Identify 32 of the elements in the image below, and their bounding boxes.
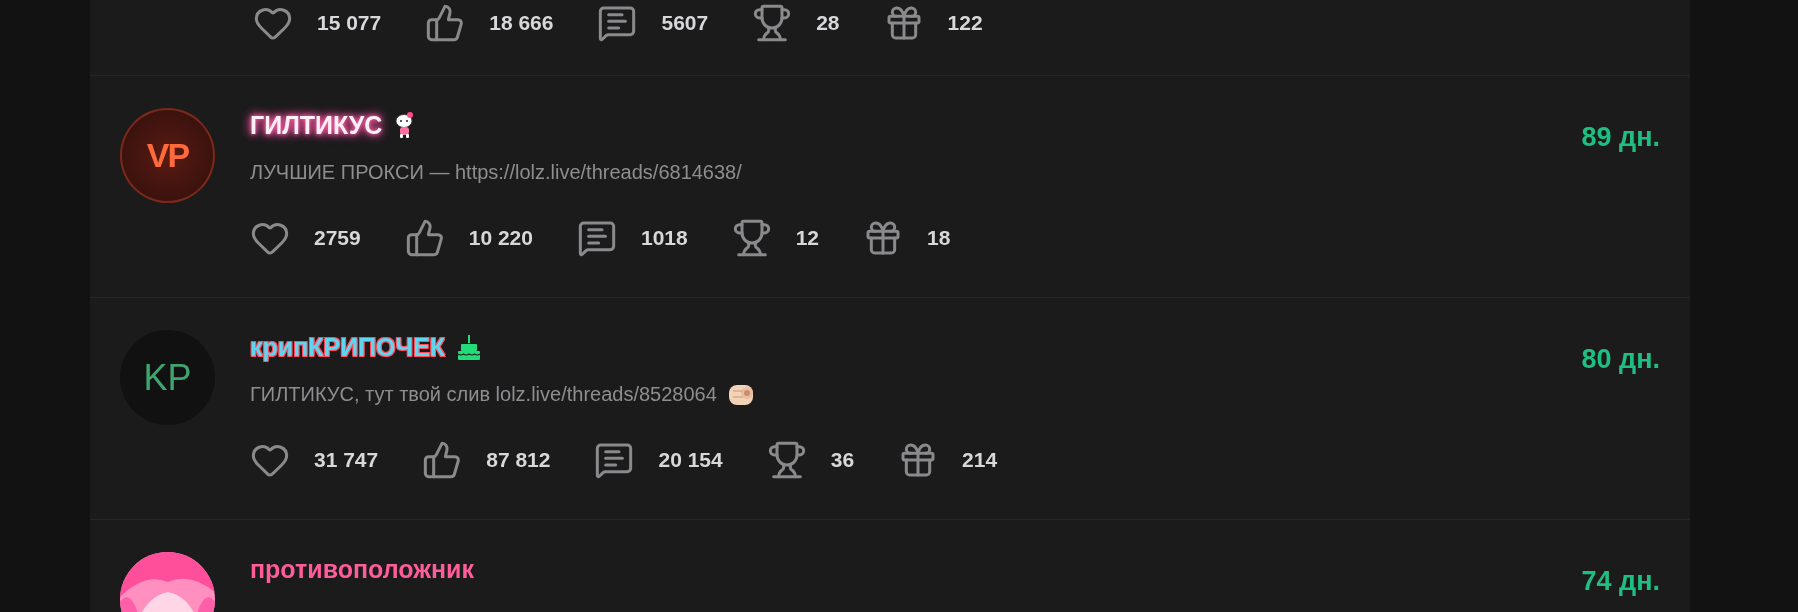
stat-count: 10 220 bbox=[468, 226, 533, 250]
username-link[interactable]: противоположник bbox=[250, 554, 474, 584]
stat-count: 20 154 bbox=[658, 448, 723, 472]
avatar-initials[interactable]: VP bbox=[120, 108, 215, 203]
stat-count: 28 bbox=[816, 11, 840, 35]
thumbs-up-icon bbox=[422, 440, 463, 480]
avatar-initials[interactable]: KP bbox=[120, 330, 215, 425]
username-link[interactable]: ГИЛТИКУС bbox=[250, 110, 383, 140]
status-message: ГИЛТИКУС, тут твой слив lolz.live/threads/8528064 bbox=[250, 382, 717, 406]
stat-count: 5607 bbox=[661, 11, 709, 35]
trophy-icon bbox=[731, 218, 772, 258]
days-count: 89 дн. bbox=[1581, 122, 1660, 153]
days-count: 74 дн. bbox=[1581, 566, 1660, 597]
stat-count: 122 bbox=[947, 11, 983, 35]
stat-count: 1018 bbox=[640, 226, 688, 250]
trophy-icon bbox=[766, 440, 807, 480]
stat-count: 2759 bbox=[314, 226, 361, 250]
stat-count: 18 bbox=[927, 226, 951, 250]
stat-count: 12 bbox=[795, 226, 820, 250]
stat-count: 15 077 bbox=[317, 11, 382, 35]
username-link[interactable]: крипКРИПОЧЕК bbox=[250, 332, 446, 362]
status-message: ЛУЧШИЕ ПРОКСИ — https://lolz.live/threads/6814638/ bbox=[250, 160, 742, 184]
stat-count: 214 bbox=[962, 448, 998, 472]
trophy-icon bbox=[752, 3, 793, 43]
cake-icon bbox=[457, 333, 482, 361]
thumbs-up-icon bbox=[425, 3, 466, 43]
stat-count: 31 747 bbox=[314, 448, 379, 472]
stat-count: 18 666 bbox=[489, 11, 554, 35]
thumbs-up-icon bbox=[404, 218, 445, 258]
stat-count: 36 bbox=[830, 448, 855, 472]
stat-count: 87 812 bbox=[486, 448, 551, 472]
days-count: 80 дн. bbox=[1581, 344, 1660, 375]
